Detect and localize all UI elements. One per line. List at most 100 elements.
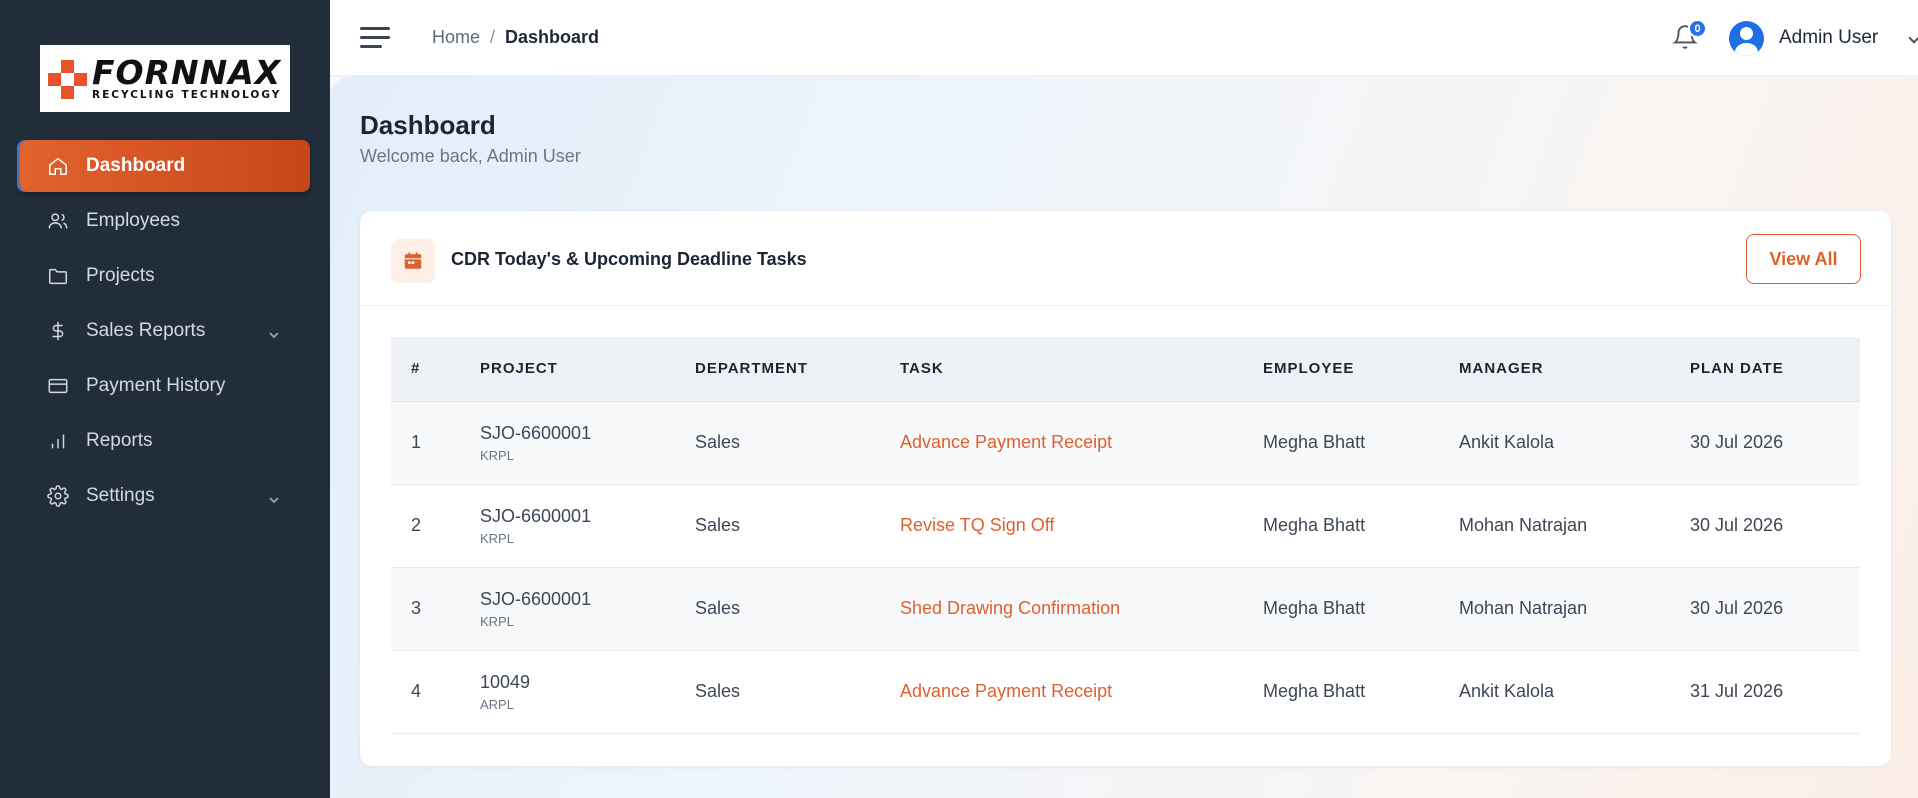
task-cell: Advance Payment Receipt [900,401,1263,485]
employee-cell: Megha Bhatt [1263,650,1459,734]
column-header-plan-date: PLAN DATE [1690,337,1860,402]
sidebar-item-projects[interactable]: Projects [20,250,310,302]
table-row: 2 SJO-6600001 KRPL Sales Revise TQ Sign … [391,484,1860,568]
project-cell: SJO-6600001 KRPL [480,567,695,651]
column-header-task: TASK [900,337,1263,402]
task-cell: Shed Drawing Confirmation [900,567,1263,651]
chevron-down-icon[interactable] [1908,32,1918,44]
manager-cell: Mohan Natrajan [1459,567,1690,651]
row-number: 4 [391,650,480,734]
sidebar-item-settings[interactable]: Settings [20,470,310,522]
project-company: KRPL [480,447,514,463]
view-all-button[interactable]: View All [1746,234,1861,284]
dollar-icon [46,319,70,343]
users-icon [46,209,70,233]
deadline-tasks-card: CDR Today's & Upcoming Deadline Tasks Vi… [360,211,1891,766]
sidebar-item-label: Reports [86,430,153,451]
notifications-button[interactable]: 0 [1672,19,1707,54]
sidebar-item-employees[interactable]: Employees [20,195,310,247]
brand-logo[interactable]: FORNNAX RECYCLING TECHNOLOGY [40,45,290,112]
column-header-department: DEPARTMENT [695,337,900,402]
column-header-employee: EMPLOYEE [1263,337,1459,402]
column-header-project: PROJECT [480,337,695,402]
sidebar-nav: Dashboard Employees Projects Sales Repor… [20,140,310,525]
sidebar-item-sales-reports[interactable]: Sales Reports [20,305,310,357]
employee-cell: Megha Bhatt [1263,401,1459,485]
sidebar-item-dashboard[interactable]: Dashboard [20,140,310,192]
user-avatar[interactable] [1729,21,1764,56]
gear-icon [46,484,70,508]
breadcrumb-current: Dashboard [505,27,600,47]
chevron-down-icon [268,490,282,504]
table-row: 4 10049 ARPL Sales Advance Payment Recei… [391,650,1860,734]
sidebar-item-label: Settings [86,485,155,506]
plan-date-cell: 30 Jul 2026 [1690,484,1860,568]
bar-chart-icon [46,429,70,453]
employee-cell: Megha Bhatt [1263,567,1459,651]
sidebar-item-reports[interactable]: Reports [20,415,310,467]
department-cell: Sales [695,401,900,485]
notification-count-badge: 0 [1688,19,1707,38]
card-header: CDR Today's & Upcoming Deadline Tasks Vi… [360,211,1891,306]
project-company: ARPL [480,696,514,712]
plan-date-cell: 31 Jul 2026 [1690,650,1860,734]
sidebar-item-label: Projects [86,265,155,286]
project-cell: 10049 ARPL [480,650,695,734]
menu-toggle-icon[interactable] [360,27,390,49]
tasks-table: # PROJECT DEPARTMENT TASK EMPLOYEE MANAG… [391,337,1860,734]
department-cell: Sales [695,567,900,651]
sidebar-item-label: Employees [86,210,180,231]
task-link[interactable]: Advance Payment Receipt [900,681,1112,701]
plan-date-cell: 30 Jul 2026 [1690,401,1860,485]
folder-icon [46,264,70,288]
manager-cell: Ankit Kalola [1459,650,1690,734]
breadcrumb-separator: / [490,27,496,47]
column-header-manager: MANAGER [1459,337,1690,402]
manager-cell: Mohan Natrajan [1459,484,1690,568]
project-company: KRPL [480,530,514,546]
employee-cell: Megha Bhatt [1263,484,1459,568]
logo-tagline: RECYCLING TECHNOLOGY [92,89,282,101]
table-row: 3 SJO-6600001 KRPL Sales Shed Drawing Co… [391,567,1860,651]
main-content: Dashboard Welcome back, Admin User CDR T… [330,76,1918,798]
home-icon [46,154,70,178]
project-company: KRPL [480,613,514,629]
project-code: SJO-6600001 [480,505,592,526]
row-number: 1 [391,401,480,485]
sidebar: FORNNAX RECYCLING TECHNOLOGY Dashboard E… [0,0,330,798]
project-cell: SJO-6600001 KRPL [480,401,695,485]
project-cell: SJO-6600001 KRPL [480,484,695,568]
sidebar-item-label: Payment History [86,375,226,396]
sidebar-item-payment-history[interactable]: Payment History [20,360,310,412]
task-link[interactable]: Advance Payment Receipt [900,432,1112,452]
task-link[interactable]: Shed Drawing Confirmation [900,598,1120,618]
topbar: Home / Dashboard 0 Admin User [330,0,1918,76]
task-cell: Revise TQ Sign Off [900,484,1263,568]
task-cell: Advance Payment Receipt [900,650,1263,734]
sidebar-item-label: Sales Reports [86,320,206,341]
user-menu-name[interactable]: Admin User [1779,27,1878,49]
breadcrumb: Home / Dashboard [432,27,599,48]
column-header-number: # [391,337,480,402]
logo-mark-icon [46,57,90,101]
task-link[interactable]: Revise TQ Sign Off [900,515,1054,535]
chevron-down-icon [268,325,282,339]
calendar-icon [391,239,435,283]
table-header-row: # PROJECT DEPARTMENT TASK EMPLOYEE MANAG… [391,337,1860,402]
project-code: SJO-6600001 [480,422,592,443]
row-number: 3 [391,567,480,651]
project-code: SJO-6600001 [480,588,592,609]
department-cell: Sales [695,650,900,734]
plan-date-cell: 30 Jul 2026 [1690,567,1860,651]
card-title: CDR Today's & Upcoming Deadline Tasks [451,249,807,269]
page-title: Dashboard [360,110,496,140]
credit-card-icon [46,374,70,398]
breadcrumb-home-link[interactable]: Home [432,27,480,48]
project-code: 10049 [480,671,531,692]
department-cell: Sales [695,484,900,568]
logo-wordmark: FORNNAX [92,53,282,92]
table-row: 1 SJO-6600001 KRPL Sales Advance Payment… [391,401,1860,485]
sidebar-item-label: Dashboard [86,155,186,176]
page-subtitle: Welcome back, Admin User [360,146,581,166]
manager-cell: Ankit Kalola [1459,401,1690,485]
